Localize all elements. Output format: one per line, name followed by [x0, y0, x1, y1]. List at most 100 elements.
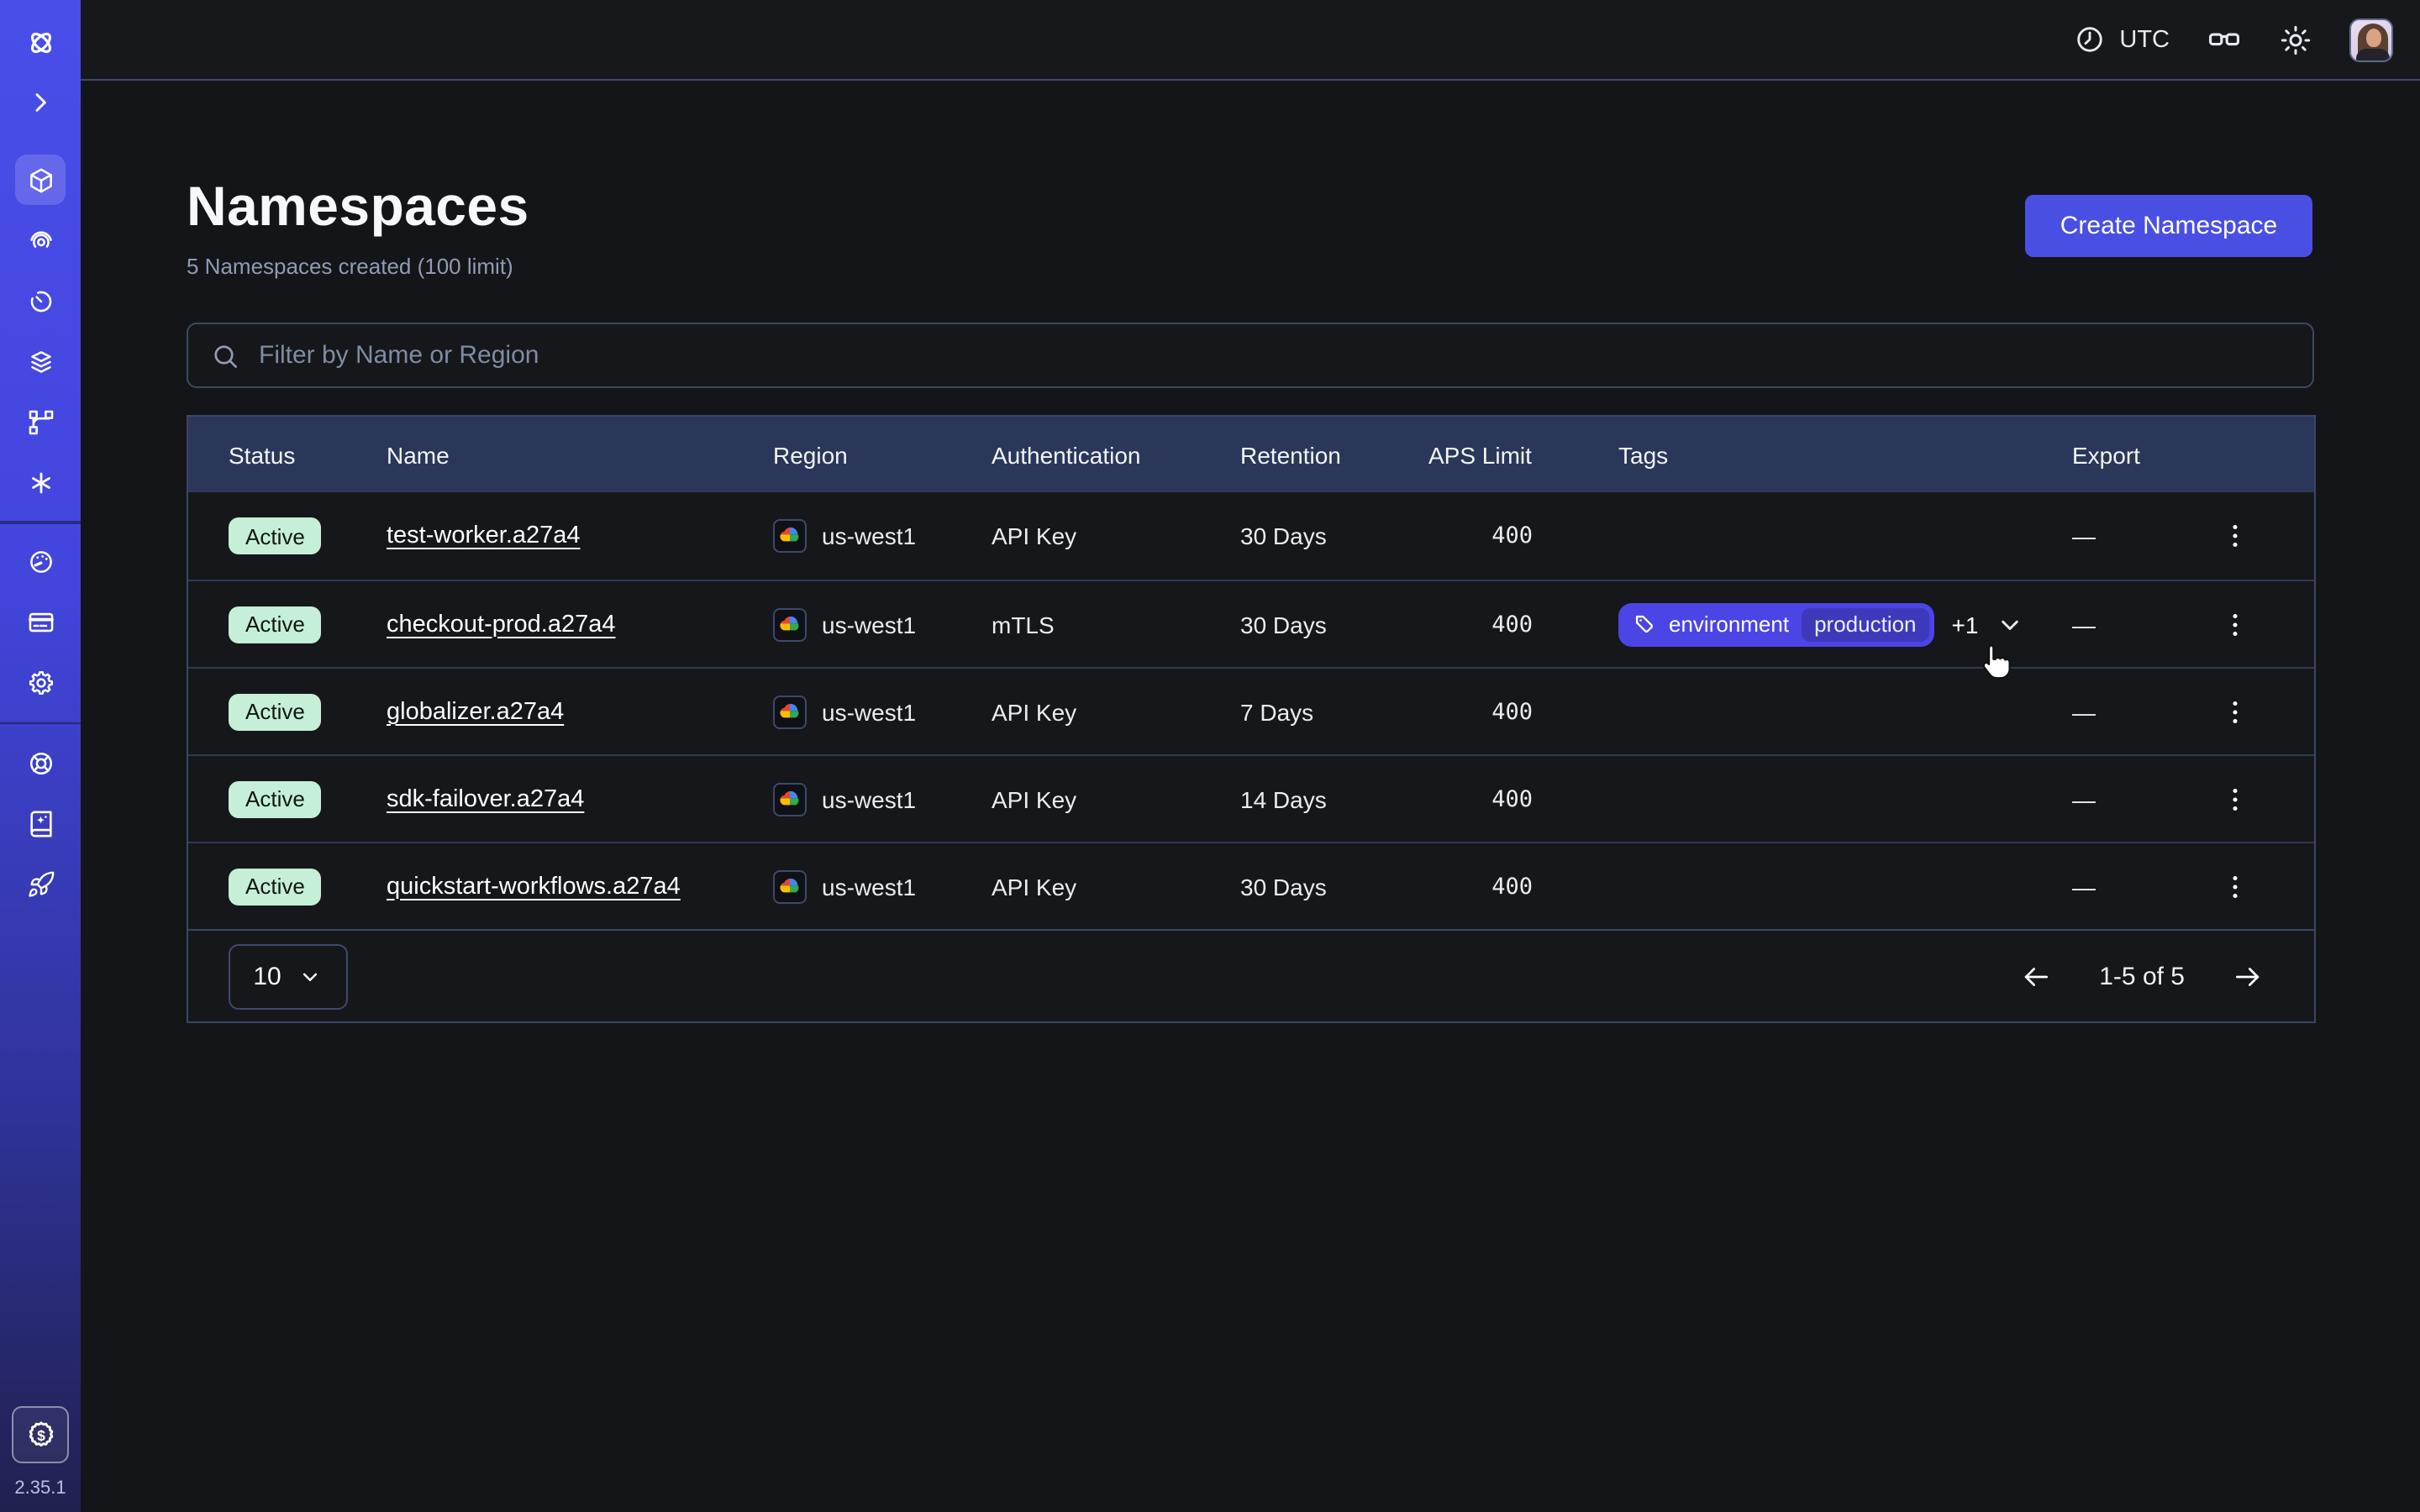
aps-limit-value: 400: [1428, 698, 1618, 725]
gcp-cloud-icon: [773, 869, 807, 903]
row-actions-menu[interactable]: [2213, 602, 2257, 646]
filter-input[interactable]: [240, 324, 2312, 386]
export-value: —: [2072, 873, 2096, 900]
aps-limit-value: 400: [1428, 611, 1618, 638]
aps-limit-value: 400: [1428, 522, 1618, 549]
col-name: Name: [387, 441, 773, 468]
sidebar-item-credit-card[interactable]: [15, 597, 66, 648]
filter-bar: [187, 323, 2314, 388]
pagination-range-label: 1-5 of 5: [2089, 962, 2195, 990]
sidebar-item-timer[interactable]: [15, 276, 66, 326]
retention-value: 30 Days: [1240, 611, 1428, 638]
auth-value: API Key: [992, 785, 1240, 812]
tag-pill[interactable]: environment production: [1618, 602, 1935, 646]
export-value: —: [2072, 698, 2096, 725]
col-tags: Tags: [1618, 441, 2072, 468]
sidebar-divider: [0, 722, 81, 724]
gcp-cloud-icon: [773, 782, 807, 816]
table-footer: 10 1-5 of 5: [188, 929, 2314, 1021]
table-row: Active globalizer.a27a4 us-west1 API Key…: [188, 667, 2314, 754]
auth-value: API Key: [992, 873, 1240, 900]
tag-value: production: [1801, 607, 1929, 641]
page-size-value: 10: [253, 962, 281, 990]
sidebar: $ 2.35.1: [0, 0, 81, 1512]
page-subtitle: 5 Namespaces created (100 limit): [187, 254, 513, 279]
status-badge: Active: [229, 606, 322, 643]
status-badge: Active: [229, 693, 322, 730]
status-badge: Active: [229, 517, 322, 554]
chevron-right-icon[interactable]: [15, 77, 66, 128]
status-badge: Active: [229, 868, 322, 905]
chevron-down-icon: [298, 963, 324, 989]
tags-cell: environment production +1: [1618, 602, 2072, 646]
table-header: Status Name Region Authentication Retent…: [188, 417, 2314, 492]
chevron-down-icon[interactable]: [1995, 609, 2025, 639]
clock-icon: [2074, 24, 2106, 55]
sidebar-item-asterisk[interactable]: [15, 457, 66, 507]
retention-value: 7 Days: [1240, 698, 1428, 725]
region-label: us-west1: [822, 785, 916, 812]
app-version: 2.35.1: [14, 1478, 66, 1499]
row-actions-menu[interactable]: [2213, 514, 2257, 558]
search-icon: [210, 340, 240, 370]
namespace-link[interactable]: quickstart-workflows.a27a4: [387, 873, 681, 900]
namespace-link[interactable]: test-worker.a27a4: [387, 522, 581, 549]
aps-limit-value: 400: [1428, 785, 1618, 812]
glasses-icon[interactable]: [2207, 22, 2242, 57]
region-label: us-west1: [822, 873, 916, 900]
sidebar-divider: [0, 521, 81, 523]
sidebar-item-cube[interactable]: [15, 155, 66, 205]
retention-value: 30 Days: [1240, 522, 1428, 549]
money-badge-icon[interactable]: $: [12, 1406, 69, 1463]
col-export: Export: [2072, 441, 2314, 468]
namespace-link[interactable]: globalizer.a27a4: [387, 698, 564, 725]
sidebar-item-gear[interactable]: [15, 658, 66, 708]
sidebar-item-spiral[interactable]: [15, 215, 66, 265]
timezone-selector[interactable]: UTC: [2074, 24, 2170, 55]
sidebar-item-rocket[interactable]: [15, 858, 66, 909]
col-authentication: Authentication: [992, 441, 1240, 468]
tag-key: environment: [1669, 612, 1789, 637]
pagination: 1-5 of 5: [2013, 953, 2270, 999]
table-row: Active checkout-prod.a27a4 us-west1 mTLS…: [188, 580, 2314, 667]
region-label: us-west1: [822, 522, 916, 549]
namespace-link[interactable]: sdk-failover.a27a4: [387, 785, 584, 812]
sidebar-item-branch[interactable]: [15, 396, 66, 447]
namespace-link[interactable]: checkout-prod.a27a4: [387, 611, 616, 638]
create-namespace-button[interactable]: Create Namespace: [2025, 195, 2312, 257]
tag-icon: [1634, 612, 1657, 636]
sidebar-item-book-sparkle[interactable]: [15, 798, 66, 848]
gcp-cloud-icon: [773, 695, 807, 728]
page-size-select[interactable]: 10: [229, 943, 348, 1009]
sidebar-item-layers[interactable]: [15, 336, 66, 386]
auth-value: mTLS: [992, 611, 1240, 638]
col-retention: Retention: [1240, 441, 1428, 468]
table-body: Active test-worker.a27a4 us-west1 API Ke…: [188, 492, 2314, 929]
app-root: $ 2.35.1 UTC: [0, 0, 2420, 1512]
user-avatar[interactable]: [2349, 18, 2393, 61]
aps-limit-value: 400: [1428, 873, 1618, 900]
sun-theme-icon[interactable]: [2279, 23, 2312, 56]
row-actions-menu[interactable]: [2213, 690, 2257, 733]
gcp-cloud-icon: [773, 607, 807, 641]
status-badge: Active: [229, 780, 322, 817]
region-label: us-west1: [822, 611, 916, 638]
row-actions-menu[interactable]: [2213, 864, 2257, 908]
table-row: Active quickstart-workflows.a27a4 us-wes…: [188, 842, 2314, 929]
sidebar-item-life-buoy[interactable]: [15, 738, 66, 788]
next-page-arrow-icon[interactable]: [2225, 953, 2270, 999]
gcp-cloud-icon: [773, 519, 807, 553]
auth-value: API Key: [992, 698, 1240, 725]
timezone-label: UTC: [2119, 26, 2170, 53]
temporal-logo-icon[interactable]: [15, 17, 66, 67]
sidebar-bottom: $ 2.35.1: [12, 1406, 69, 1512]
namespaces-table: Status Name Region Authentication Retent…: [187, 415, 2316, 1023]
table-row: Active test-worker.a27a4 us-west1 API Ke…: [188, 492, 2314, 580]
svg-text:$: $: [36, 1426, 45, 1443]
tag-more-count: +1: [1952, 611, 1979, 638]
sidebar-item-gauge[interactable]: [15, 537, 66, 587]
row-actions-menu[interactable]: [2213, 777, 2257, 821]
main-content: Namespaces 5 Namespaces created (100 lim…: [81, 81, 2420, 1512]
prev-page-arrow-icon[interactable]: [2013, 953, 2059, 999]
col-aps-limit: APS Limit: [1428, 441, 1618, 468]
